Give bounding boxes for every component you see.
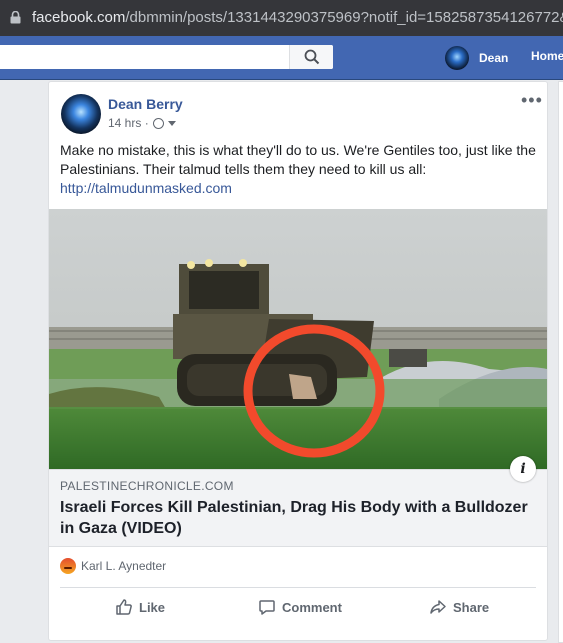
like-button[interactable]: Like xyxy=(115,589,165,625)
preview-photo xyxy=(49,209,547,469)
post-timestamp[interactable]: 14 hrs xyxy=(108,116,141,130)
link-preview[interactable]: PALESTINECHRONICLE.COM Israeli Forces Ki… xyxy=(49,469,547,547)
separator-dot: · xyxy=(141,116,149,130)
reactor-name[interactable]: Karl L. Aynedter xyxy=(81,559,166,573)
angry-reaction-icon xyxy=(60,558,76,574)
share-button[interactable]: Share xyxy=(429,589,489,625)
url-host: facebook.com xyxy=(32,9,126,26)
link-domain: PALESTINECHRONICLE.COM xyxy=(60,479,234,493)
address-bar[interactable]: facebook.com/dbmmin/posts/13314432903759… xyxy=(0,0,563,36)
search-input[interactable] xyxy=(0,45,333,69)
post-meta: 14 hrs · xyxy=(108,116,176,130)
share-icon xyxy=(430,600,446,614)
search-button[interactable] xyxy=(289,45,333,69)
link-preview-image[interactable] xyxy=(49,209,547,469)
more-options-icon[interactable]: ••• xyxy=(521,90,543,111)
facebook-header: Dean Home xyxy=(0,36,563,80)
profile-link[interactable]: Dean xyxy=(445,46,509,70)
url-text: facebook.com/dbmmin/posts/13314432903759… xyxy=(32,0,563,36)
like-label: Like xyxy=(139,599,166,615)
avatar xyxy=(445,46,469,70)
info-icon[interactable]: i xyxy=(510,456,536,482)
post-actions: Like Comment Share xyxy=(49,589,547,625)
author-avatar[interactable] xyxy=(61,94,101,134)
comment-icon xyxy=(259,600,275,615)
globe-icon xyxy=(152,117,164,129)
post-body: Make no mistake, this is what they'll do… xyxy=(60,142,536,177)
comment-label: Comment xyxy=(282,599,342,615)
author-name[interactable]: Dean Berry xyxy=(108,96,183,112)
link-title[interactable]: Israeli Forces Kill Palestinian, Drag Hi… xyxy=(60,497,540,539)
divider xyxy=(60,587,536,588)
profile-name: Dean xyxy=(479,51,509,65)
post-link[interactable]: http://talmudunmasked.com xyxy=(60,180,232,196)
comment-button[interactable]: Comment xyxy=(258,589,342,625)
post-text: Make no mistake, this is what they'll do… xyxy=(60,141,540,198)
thumbs-up-icon xyxy=(116,599,132,615)
reactions-summary[interactable]: Karl L. Aynedter xyxy=(60,556,166,576)
url-path: /dbmmin/posts/1331443290375969?notif_id=… xyxy=(125,9,563,26)
search-icon xyxy=(304,49,320,65)
audience-caret-icon[interactable] xyxy=(167,120,176,126)
share-label: Share xyxy=(453,599,490,615)
right-column xyxy=(558,81,563,643)
post-card: Dean Berry 14 hrs · ••• Make no mistake,… xyxy=(48,81,548,641)
home-link[interactable]: Home xyxy=(531,49,563,63)
lock-icon xyxy=(10,11,21,24)
